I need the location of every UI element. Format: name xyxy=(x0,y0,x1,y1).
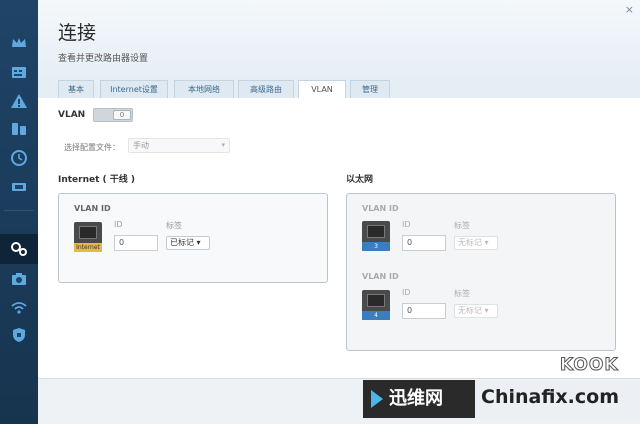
internet-tag-select[interactable]: 已标记 ▾ xyxy=(166,236,210,250)
watermark-brand: 迅维网 xyxy=(363,380,475,418)
internet-vlan-id-heading: VLAN ID xyxy=(74,204,111,213)
vlan-toggle[interactable]: 0 xyxy=(93,108,133,122)
ethernet-vlan-box: VLAN ID 3 ID 标签 0 无标记 ▾ VLAN ID 4 ID 标签 … xyxy=(346,193,616,351)
profile-select[interactable]: 手动 ▾ xyxy=(128,138,230,153)
sidebar-divider xyxy=(4,210,34,211)
warning-icon[interactable] xyxy=(10,92,28,110)
profile-label: 选择配置文件： xyxy=(64,143,120,152)
crown-icon[interactable] xyxy=(10,34,28,52)
vlan-label: VLAN xyxy=(58,110,86,120)
watermark-banner: 迅维网 Chinafix.com xyxy=(363,380,640,420)
tab-internet-settings[interactable]: Internet设置 xyxy=(100,80,168,98)
sidebar xyxy=(0,0,40,424)
page-subtitle: 查看并更改路由器设置 xyxy=(58,54,149,64)
chevron-down-icon: ▾ xyxy=(221,141,225,149)
tab-management[interactable]: 管理 xyxy=(350,80,390,98)
ethernet-port3-id-input[interactable]: 0 xyxy=(402,235,446,251)
internet-tag-value: 已标记 xyxy=(170,238,194,247)
ethernet-port4-tag-label: 标签 xyxy=(454,289,470,298)
usb-icon[interactable] xyxy=(10,178,28,196)
parental-icon[interactable] xyxy=(10,120,28,138)
tab-advanced-routing[interactable]: 高级路由 xyxy=(238,80,294,98)
gear-icon[interactable] xyxy=(10,240,28,258)
internet-vlan-box: VLAN ID Internet ID 标签 0 已标记 ▾ xyxy=(58,193,328,283)
vlan-content: VLAN 0 选择配置文件： 手动 ▾ Internet ( 干线 ) VLAN… xyxy=(38,98,640,378)
close-icon[interactable]: × xyxy=(625,3,634,16)
ethernet-port3-id-label: ID xyxy=(402,220,411,229)
shield-icon[interactable] xyxy=(10,326,28,344)
page-title: 连接 xyxy=(58,22,97,44)
ethernet-port4-tag-select[interactable]: 无标记 ▾ xyxy=(454,304,498,318)
ethernet-port3-tag-value: 无标记 xyxy=(458,238,482,247)
profile-select-value: 手动 xyxy=(133,141,149,150)
network-map-icon[interactable] xyxy=(10,63,28,81)
ethernet-port3-tag-select[interactable]: 无标记 ▾ xyxy=(454,236,498,250)
internet-port-plate: Internet xyxy=(74,243,102,252)
ethernet-port4-plate: 4 xyxy=(362,311,390,320)
panel-header: 连接 查看并更改路由器设置 × xyxy=(38,0,640,80)
kook-watermark: KOOK xyxy=(560,355,619,376)
internet-section-title: Internet ( 干线 ) xyxy=(58,175,136,185)
watermark-brand-text: 迅维网 xyxy=(389,388,443,409)
ethernet-port4-icon: 4 xyxy=(362,290,390,320)
main-panel: 连接 查看并更改路由器设置 × 基本 Internet设置 本地网络 高级路由 … xyxy=(38,0,640,424)
ethernet-port3-heading: VLAN ID xyxy=(362,204,399,213)
internet-port-icon: Internet xyxy=(74,222,102,252)
clock-icon[interactable] xyxy=(10,149,28,167)
ethernet-section-title: 以太网 xyxy=(346,175,374,185)
ethernet-port3-icon: 3 xyxy=(362,221,390,251)
tab-bar: 基本 Internet设置 本地网络 高级路由 VLAN 管理 xyxy=(38,80,640,98)
internet-id-input[interactable]: 0 xyxy=(114,235,158,251)
tab-basic[interactable]: 基本 xyxy=(58,80,94,98)
tab-vlan[interactable]: VLAN xyxy=(298,80,346,98)
tab-local-network[interactable]: 本地网络 xyxy=(174,80,234,98)
ethernet-port4-id-input[interactable]: 0 xyxy=(402,303,446,319)
ethernet-port4-tag-value: 无标记 xyxy=(458,306,482,315)
watermark-site: Chinafix.com xyxy=(481,386,620,408)
ethernet-port4-id-label: ID xyxy=(402,288,411,297)
ethernet-port3-tag-label: 标签 xyxy=(454,221,470,230)
camera-icon[interactable] xyxy=(10,270,28,288)
arrow-icon xyxy=(371,390,383,408)
toggle-knob: 0 xyxy=(113,110,131,120)
internet-id-label: ID xyxy=(114,220,123,229)
ethernet-port3-plate: 3 xyxy=(362,242,390,251)
wifi-icon[interactable] xyxy=(10,299,28,317)
ethernet-port4-heading: VLAN ID xyxy=(362,272,399,281)
internet-tag-label: 标签 xyxy=(166,221,182,230)
